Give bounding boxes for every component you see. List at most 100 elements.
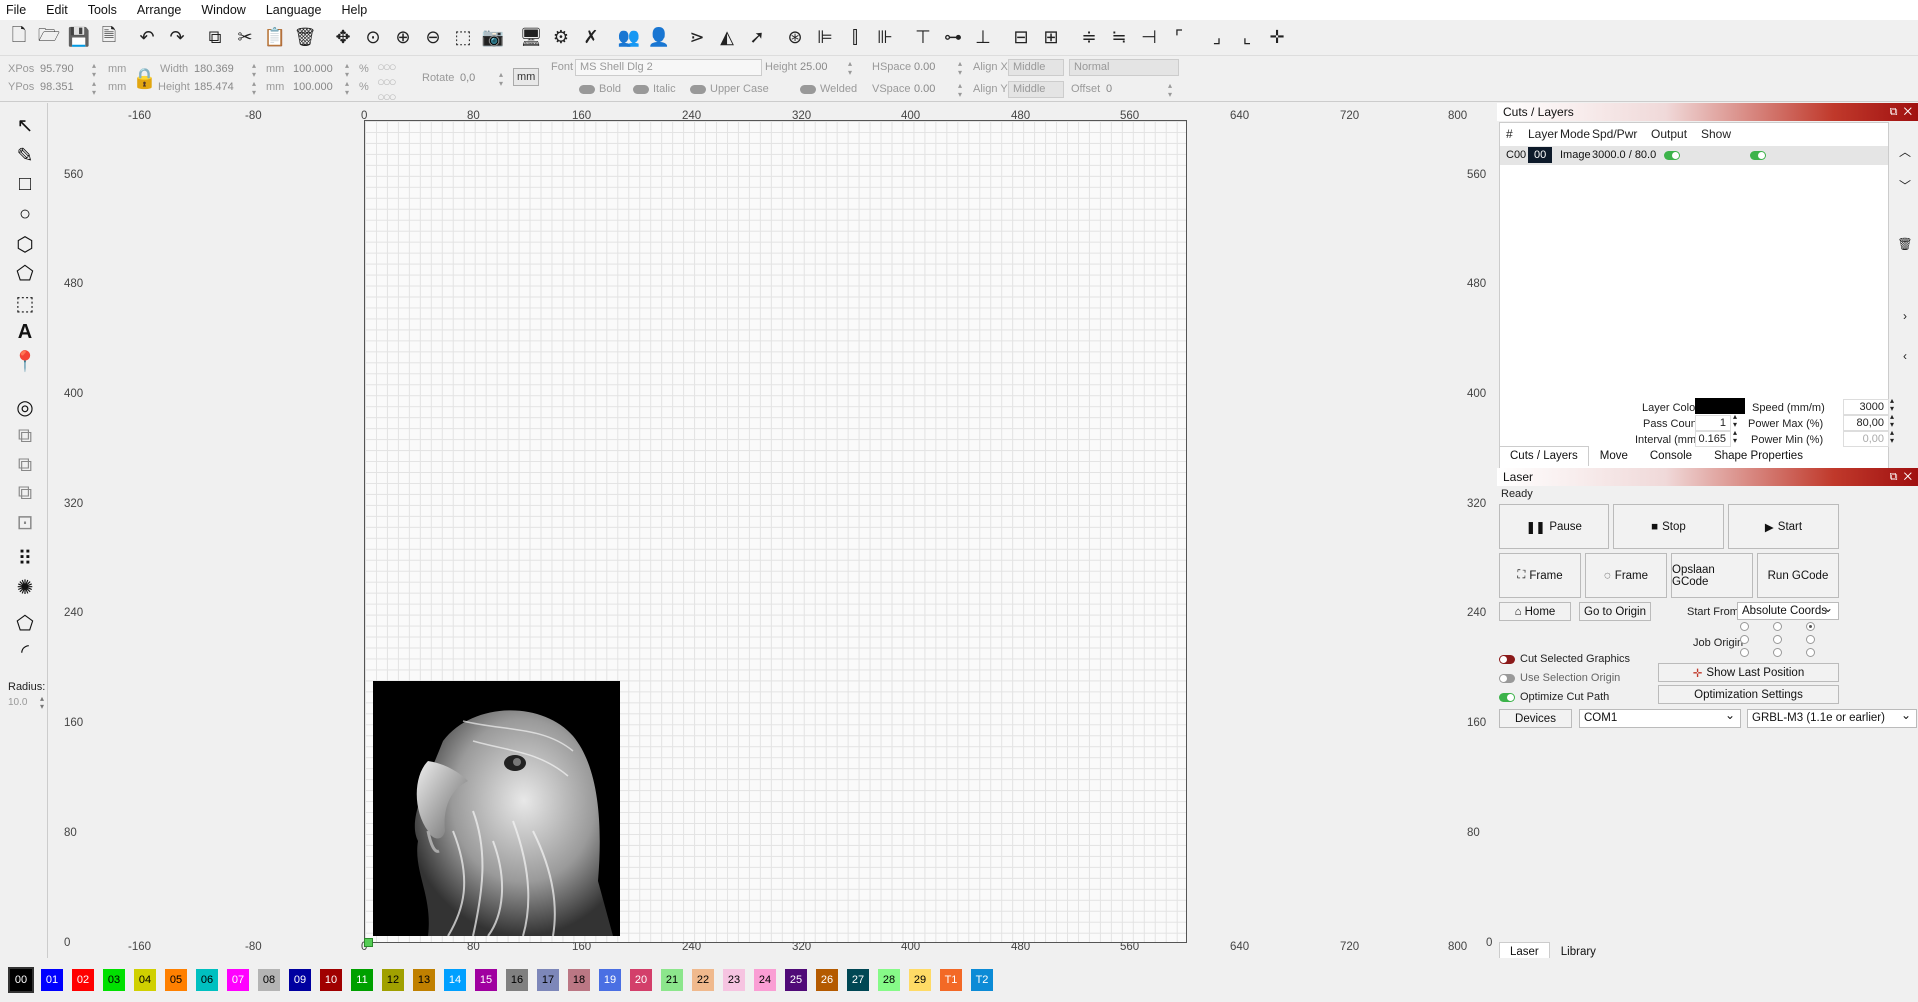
- ungroup-icon[interactable]: 👤: [646, 25, 672, 51]
- job-origin-radio[interactable]: [1740, 635, 1749, 644]
- font-height-field[interactable]: 25.00: [800, 61, 828, 73]
- move-up-icon[interactable]: ︿: [1893, 141, 1917, 161]
- distribute-v-icon[interactable]: ⊞: [1038, 25, 1064, 51]
- align-x-select[interactable]: Middle: [1008, 59, 1064, 76]
- eagle-image[interactable]: [373, 681, 620, 936]
- welded-toggle[interactable]: Welded: [800, 83, 857, 95]
- crosshair-icon[interactable]: ✛: [1264, 25, 1290, 51]
- menu-help[interactable]: Help: [341, 3, 367, 17]
- power-max-spinner[interactable]: ▴ ▾: [1890, 413, 1894, 429]
- palette-swatch[interactable]: 21: [661, 969, 683, 991]
- align-bottom-icon[interactable]: ⊥: [970, 25, 996, 51]
- node-edit-icon[interactable]: ⬠: [12, 611, 38, 635]
- height-field[interactable]: 185.474: [194, 81, 234, 93]
- select-arrow-icon[interactable]: ↖: [12, 113, 38, 137]
- palette-swatch[interactable]: 07: [227, 969, 249, 991]
- undo-icon[interactable]: ↶: [134, 25, 160, 51]
- col-header-show[interactable]: Show: [1701, 127, 1731, 141]
- palette-swatch[interactable]: 15: [475, 969, 497, 991]
- distribute-h-icon[interactable]: ⊟: [1008, 25, 1034, 51]
- palette-swatch[interactable]: 26: [816, 969, 838, 991]
- units-toggle-button[interactable]: mm: [513, 68, 540, 86]
- palette-swatch[interactable]: 19: [599, 969, 621, 991]
- move-icon[interactable]: ✥: [330, 25, 356, 51]
- palette-swatch[interactable]: 14: [444, 969, 466, 991]
- palette-swatch[interactable]: 18: [568, 969, 590, 991]
- corner-tr-icon[interactable]: ⌟: [1204, 25, 1230, 51]
- open-icon[interactable]: 🗁: [36, 25, 62, 51]
- palette-swatch[interactable]: 08: [258, 969, 280, 991]
- optimize-cut-path-toggle[interactable]: Optimize Cut Path: [1499, 691, 1609, 703]
- menu-tools[interactable]: Tools: [88, 3, 117, 17]
- width-percent-spinner[interactable]: ▴ ▾: [345, 61, 349, 79]
- col-header-number[interactable]: #: [1506, 127, 1513, 141]
- col-header-mode[interactable]: Mode: [1560, 127, 1590, 141]
- copy-icon[interactable]: ⧉: [202, 25, 228, 51]
- float-icon[interactable]: ⧉: [1890, 471, 1898, 483]
- pause-button[interactable]: ❚❚ Pause: [1499, 504, 1609, 549]
- align-middle-icon[interactable]: ⊶: [940, 25, 966, 51]
- collapse-left-icon[interactable]: ‹: [1893, 346, 1917, 366]
- float-icon[interactable]: ⧉: [1890, 106, 1898, 118]
- settings-icon[interactable]: ⚙: [548, 25, 574, 51]
- save-gcode-button[interactable]: Opslaan GCode: [1671, 553, 1753, 598]
- device-select[interactable]: GRBL-M3 (1.1e or earlier): [1747, 707, 1917, 728]
- zoom-fit-icon[interactable]: ⊙: [360, 25, 386, 51]
- pass-count-field[interactable]: 1: [1695, 415, 1731, 431]
- paste-icon[interactable]: 📋: [262, 25, 288, 51]
- space-h-icon[interactable]: ≑: [1076, 25, 1102, 51]
- height-percent-spinner[interactable]: ▴ ▾: [345, 79, 349, 97]
- palette-swatch[interactable]: 04: [134, 969, 156, 991]
- text-icon[interactable]: A: [12, 320, 38, 344]
- close-icon[interactable]: ✕: [1904, 106, 1912, 118]
- expand-right-icon[interactable]: ›: [1893, 306, 1917, 326]
- corner-tl-icon[interactable]: ⌜: [1166, 25, 1192, 51]
- boolean-union-icon[interactable]: ⧉: [12, 453, 38, 477]
- palette-swatch[interactable]: 13: [413, 969, 435, 991]
- close-icon[interactable]: ✕: [1904, 471, 1912, 483]
- monitor-icon[interactable]: 🖥: [518, 25, 544, 51]
- optimization-settings-button[interactable]: Optimization Settings: [1658, 685, 1839, 704]
- speed-spinner[interactable]: ▴ ▾: [1890, 397, 1894, 413]
- font-select[interactable]: MS Shell Dlg 2: [575, 59, 762, 76]
- col-header-layer[interactable]: Layer: [1528, 127, 1558, 141]
- palette-swatch[interactable]: 29: [909, 969, 931, 991]
- align-center-icon[interactable]: ⫿: [842, 25, 868, 51]
- height-percent-field[interactable]: 100.000: [293, 81, 333, 93]
- run-gcode-button[interactable]: Run GCode: [1757, 553, 1839, 598]
- align-left-icon[interactable]: ⊫: [812, 25, 838, 51]
- offset-icon[interactable]: ◎: [12, 395, 38, 419]
- palette-swatch[interactable]: 05: [165, 969, 187, 991]
- stop-button[interactable]: ■ Stop: [1613, 504, 1724, 549]
- hspace-spinner[interactable]: ▴ ▾: [958, 59, 962, 77]
- palette-swatch[interactable]: 10: [320, 969, 342, 991]
- boolean-subtract-icon[interactable]: ⧉: [12, 481, 38, 505]
- width-field[interactable]: 180.369: [194, 63, 234, 75]
- pencil-icon[interactable]: ✎: [12, 143, 38, 167]
- pentagon-icon[interactable]: ⬠: [12, 261, 38, 285]
- job-origin-radio[interactable]: [1806, 648, 1815, 657]
- zoom-in-icon[interactable]: ⊕: [390, 25, 416, 51]
- align-right-icon[interactable]: ⊪: [872, 25, 898, 51]
- job-origin-radio[interactable]: [1806, 635, 1815, 644]
- port-select[interactable]: COM1: [1579, 707, 1741, 728]
- palette-swatch[interactable]: 06: [196, 969, 218, 991]
- tab-cuts-layers[interactable]: Cuts / Layers: [1499, 446, 1589, 466]
- move-down-icon[interactable]: ﹀: [1893, 175, 1917, 195]
- palette-swatch[interactable]: 17: [537, 969, 559, 991]
- save-as-icon[interactable]: 🗎: [96, 25, 122, 51]
- power-max-field[interactable]: 80,00: [1843, 415, 1889, 431]
- radius-field[interactable]: 10.0: [8, 697, 27, 708]
- palette-swatch[interactable]: 00: [8, 967, 34, 993]
- palette-swatch[interactable]: 09: [289, 969, 311, 991]
- job-origin-radio[interactable]: [1740, 648, 1749, 657]
- select-frame-icon[interactable]: ⬚: [450, 25, 476, 51]
- devices-button[interactable]: Devices: [1499, 709, 1572, 728]
- position-marker-icon[interactable]: 📍: [12, 349, 38, 373]
- offset-spinner[interactable]: ▴ ▾: [1168, 81, 1172, 99]
- ypos-spinner[interactable]: ▴ ▾: [92, 79, 96, 97]
- col-header-spdpwr[interactable]: Spd/Pwr: [1592, 127, 1637, 141]
- bounding-box-icon[interactable]: ⬚: [12, 291, 38, 315]
- palette-swatch[interactable]: 25: [785, 969, 807, 991]
- center-icon[interactable]: ⊣: [1136, 25, 1162, 51]
